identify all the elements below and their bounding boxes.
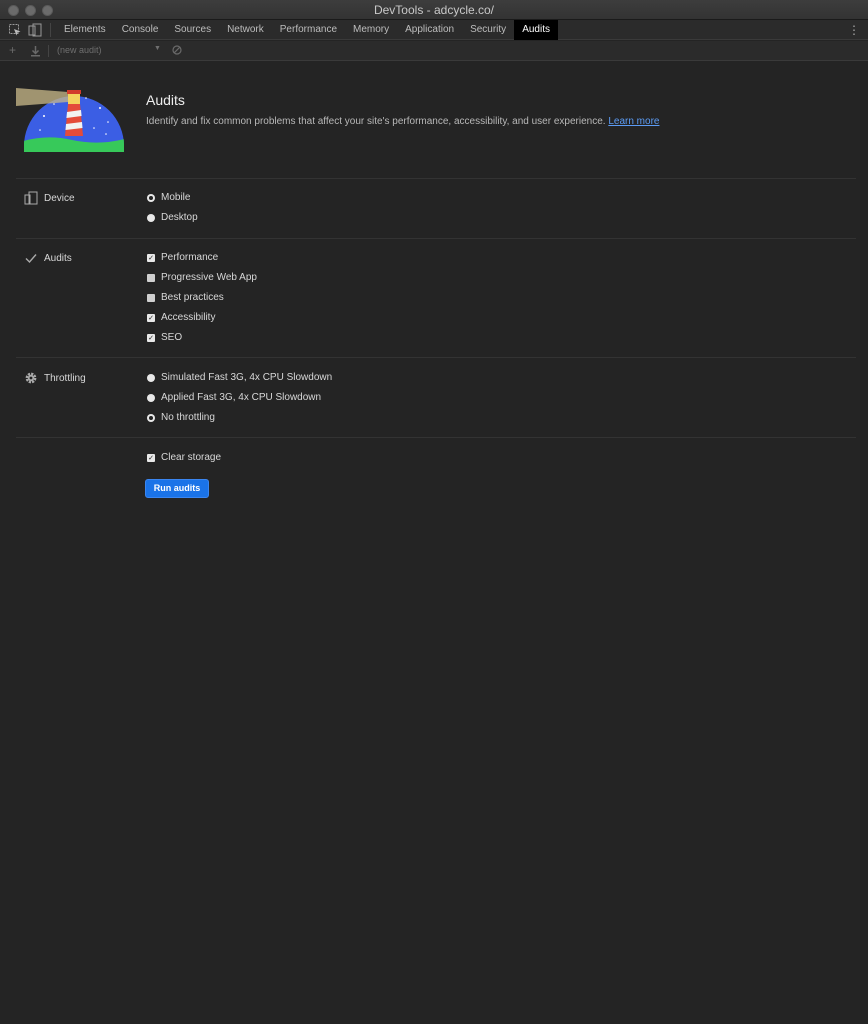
divider [16, 238, 856, 239]
throttling-section-label: Throttling [24, 371, 86, 385]
checkbox[interactable]: ✓ [147, 333, 155, 342]
radio-button[interactable] [147, 213, 155, 222]
audits-toolbar: + (new audit) ▼ [0, 41, 868, 61]
tab-network[interactable]: Network [219, 20, 272, 40]
divider [16, 437, 856, 438]
device-option-mobile[interactable]: Mobile [147, 192, 190, 203]
device-section-label: Device [24, 191, 75, 205]
tab-sources[interactable]: Sources [166, 20, 219, 40]
checkbox[interactable] [147, 273, 155, 282]
audits-section-label: Audits [24, 251, 72, 265]
option-label: Applied Fast 3G, 4x CPU Slowdown [161, 392, 322, 403]
inspect-element-icon[interactable] [8, 23, 22, 37]
tab-elements[interactable]: Elements [56, 20, 114, 40]
audit-option-best-practices[interactable]: Best practices [147, 292, 224, 303]
tab-performance[interactable]: Performance [272, 20, 345, 40]
devtools-tab-bar: Elements Console Sources Network Perform… [0, 20, 868, 40]
audit-option-seo[interactable]: ✓ SEO [147, 332, 182, 343]
audit-select[interactable]: (new audit) [57, 45, 161, 55]
divider [16, 357, 856, 358]
tab-security[interactable]: Security [462, 20, 514, 40]
checkbox[interactable]: ✓ [147, 313, 155, 322]
more-options-icon[interactable]: ⋮ [848, 23, 860, 37]
option-label: Performance [161, 252, 219, 263]
radio-button[interactable] [147, 373, 155, 382]
device-toolbar-icon[interactable] [28, 23, 42, 37]
section-label: Device [44, 192, 75, 204]
clear-storage-option[interactable]: ✓ Clear storage [147, 452, 221, 463]
download-icon[interactable] [30, 45, 41, 58]
panel-tabs: Elements Console Sources Network Perform… [56, 20, 558, 40]
page-description: Identify and fix common problems that af… [146, 116, 659, 127]
audit-option-pwa[interactable]: Progressive Web App [147, 272, 257, 283]
window-title: DevTools - adcycle.co/ [373, 3, 495, 17]
tab-memory[interactable]: Memory [345, 20, 397, 40]
divider [50, 23, 51, 37]
device-icon [24, 191, 38, 205]
new-audit-icon[interactable]: + [9, 43, 16, 57]
checkbox[interactable]: ✓ [147, 253, 155, 262]
window-titlebar: DevTools - adcycle.co/ [0, 0, 868, 20]
tab-audits[interactable]: Audits [514, 20, 558, 40]
audit-option-accessibility[interactable]: ✓ Accessibility [147, 312, 215, 323]
page-title: Audits [146, 92, 185, 108]
divider [48, 45, 49, 57]
option-label: SEO [161, 332, 183, 343]
option-label: No throttling [161, 412, 215, 423]
checkbox[interactable] [147, 293, 155, 302]
audits-panel: Audits Identify and fix common problems … [4, 62, 864, 1024]
tab-application[interactable]: Application [397, 20, 462, 40]
section-label: Audits [44, 252, 72, 264]
checkmark-icon [25, 254, 37, 264]
throttling-option-simulated[interactable]: Simulated Fast 3G, 4x CPU Slowdown [147, 372, 332, 383]
option-label: Clear storage [161, 452, 222, 463]
radio-button[interactable] [147, 393, 155, 402]
radio-button[interactable] [147, 413, 155, 422]
option-label: Desktop [161, 212, 198, 223]
chevron-down-icon[interactable]: ▼ [154, 45, 161, 52]
clear-icon[interactable] [172, 45, 182, 55]
radio-button[interactable] [147, 193, 155, 202]
option-label: Progressive Web App [161, 272, 257, 283]
audit-option-performance[interactable]: ✓ Performance [147, 252, 218, 263]
throttling-option-none[interactable]: No throttling [147, 412, 215, 423]
option-label: Accessibility [161, 312, 216, 323]
learn-more-link[interactable]: Learn more [608, 116, 659, 127]
description-text: Identify and fix common problems that af… [146, 116, 606, 127]
option-label: Best practices [161, 292, 224, 303]
divider [16, 178, 856, 179]
tab-console[interactable]: Console [114, 20, 167, 40]
gear-icon [25, 372, 37, 384]
throttling-option-applied[interactable]: Applied Fast 3G, 4x CPU Slowdown [147, 392, 321, 403]
lighthouse-logo [16, 88, 124, 152]
option-label: Mobile [161, 192, 191, 203]
option-label: Simulated Fast 3G, 4x CPU Slowdown [161, 372, 333, 383]
device-option-desktop[interactable]: Desktop [147, 212, 198, 223]
checkbox[interactable]: ✓ [147, 453, 155, 462]
section-label: Throttling [44, 372, 86, 384]
run-audits-button[interactable]: Run audits [145, 479, 209, 498]
